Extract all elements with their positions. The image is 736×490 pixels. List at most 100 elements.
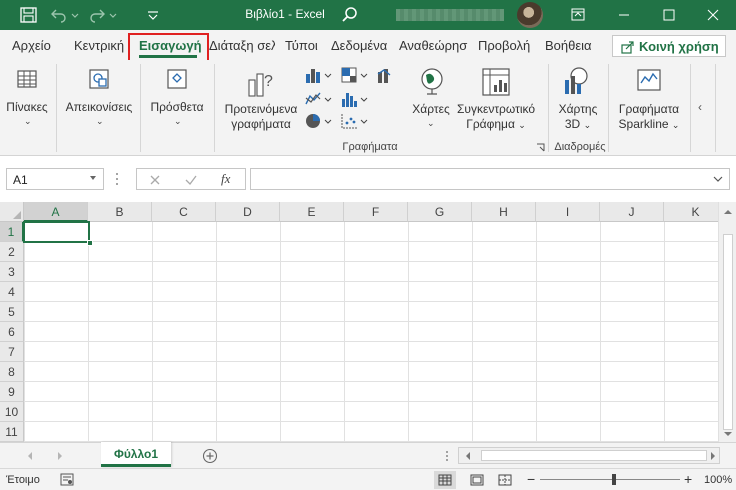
recommended-charts-label-line1: Προτεινόμενα xyxy=(224,102,298,116)
share-label: Κοινή χρήση xyxy=(639,39,719,54)
zoom-out-icon[interactable]: − xyxy=(527,471,535,487)
combo-chart-icon xyxy=(377,69,391,83)
redo-icon[interactable] xyxy=(88,7,106,23)
row-header-7[interactable]: 7 xyxy=(0,342,24,362)
add-sheet-icon[interactable] xyxy=(202,448,218,464)
active-cell[interactable] xyxy=(23,221,90,243)
zoom-slider-thumb[interactable] xyxy=(612,474,616,485)
worksheet-grid[interactable]: A B C D E F G H I J K 1 2 3 4 5 6 7 8 9 … xyxy=(0,202,718,442)
tab-splitter-icon[interactable] xyxy=(444,449,450,463)
row-header-1[interactable]: 1 xyxy=(0,222,24,242)
undo-dropdown-icon[interactable] xyxy=(70,7,80,23)
chevron-down-icon[interactable] xyxy=(89,174,97,182)
column-header-c[interactable]: C xyxy=(152,202,216,222)
ribbon-display-options-button[interactable] xyxy=(555,0,601,30)
column-header-i[interactable]: I xyxy=(536,202,600,222)
pivot-chart-label-line1: Συγκεντρωτικό xyxy=(456,102,536,116)
zoom-level[interactable]: 100% xyxy=(704,474,732,486)
fill-handle[interactable] xyxy=(87,240,93,246)
select-all-button[interactable] xyxy=(0,202,24,222)
redo-dropdown-icon[interactable] xyxy=(108,7,118,23)
vertical-scroll-thumb[interactable] xyxy=(723,234,733,430)
pivot-chart-icon xyxy=(482,68,510,96)
table-icon xyxy=(17,70,37,88)
next-sheet-icon[interactable] xyxy=(56,451,64,461)
horizontal-scrollbar[interactable] xyxy=(458,447,720,464)
insert-function-icon[interactable]: fx xyxy=(221,171,230,187)
recommended-charts-label-line2: γραφήματα xyxy=(231,117,291,131)
user-name[interactable] xyxy=(396,9,504,21)
scroll-left-icon[interactable] xyxy=(464,451,472,461)
share-button[interactable]: Κοινή χρήση xyxy=(612,35,726,57)
tab-home[interactable]: Κεντρική xyxy=(74,38,124,53)
cancel-icon[interactable] xyxy=(149,174,161,186)
column-header-d[interactable]: D xyxy=(216,202,280,222)
sheet-tab-1[interactable]: Φύλλο1 xyxy=(101,442,171,467)
minimize-button[interactable] xyxy=(601,0,647,30)
3d-map-label-line2-text: 3D xyxy=(564,117,581,131)
recommended-charts-label: Προτεινόμενα γραφήματα xyxy=(220,102,302,132)
hierarchy-chart-icon xyxy=(341,67,368,83)
row-header-5[interactable]: 5 xyxy=(0,302,24,322)
avatar[interactable] xyxy=(517,2,543,28)
tab-help[interactable]: Βοήθεια xyxy=(545,38,592,53)
cell-area[interactable] xyxy=(24,222,718,442)
tab-page-layout[interactable]: Διάταξη σελ xyxy=(209,38,275,53)
scroll-right-icon[interactable] xyxy=(709,451,717,461)
save-icon[interactable] xyxy=(20,7,38,23)
column-header-f[interactable]: F xyxy=(344,202,408,222)
chevron-down-icon: ⌄ xyxy=(174,116,182,126)
sparklines-label-line1: Γραφήματα xyxy=(618,102,680,116)
page-layout-view-icon[interactable] xyxy=(470,474,484,486)
column-header-j[interactable]: J xyxy=(600,202,664,222)
row-header-8[interactable]: 8 xyxy=(0,362,24,382)
zoom-slider[interactable] xyxy=(540,479,680,480)
tab-review[interactable]: Αναθεώρηση xyxy=(399,38,468,53)
formula-buttons: fx xyxy=(136,168,246,190)
column-header-h[interactable]: H xyxy=(472,202,536,222)
addins-label: Πρόσθετα xyxy=(150,100,204,114)
close-button[interactable] xyxy=(690,0,736,30)
column-header-g[interactable]: G xyxy=(408,202,472,222)
horizontal-scroll-thumb[interactable] xyxy=(481,450,707,461)
formula-input[interactable] xyxy=(250,168,730,190)
expand-formula-bar-icon[interactable] xyxy=(713,175,723,183)
customize-toolbar-icon[interactable] xyxy=(146,7,160,23)
maximize-button[interactable] xyxy=(646,0,692,30)
tab-data[interactable]: Δεδομένα xyxy=(331,38,387,53)
scroll-up-icon[interactable] xyxy=(723,208,733,216)
tab-view[interactable]: Προβολή xyxy=(478,38,530,53)
search-icon[interactable] xyxy=(340,5,360,25)
scroll-down-icon[interactable] xyxy=(723,430,733,438)
row-header-6[interactable]: 6 xyxy=(0,322,24,342)
macro-record-icon[interactable] xyxy=(60,473,74,486)
column-header-b[interactable]: B xyxy=(88,202,152,222)
row-header-11[interactable]: 11 xyxy=(0,422,24,442)
enter-icon[interactable] xyxy=(185,174,197,186)
undo-icon[interactable] xyxy=(50,7,68,23)
normal-view-button[interactable] xyxy=(434,471,456,489)
column-header-a[interactable]: A xyxy=(24,202,88,222)
tab-file[interactable]: Αρχείο xyxy=(12,38,51,53)
sparklines-label-line2-text: Sparkline xyxy=(618,117,669,131)
zoom-in-icon[interactable]: + xyxy=(684,471,692,487)
splitter-icon[interactable] xyxy=(114,170,120,188)
row-header-2[interactable]: 2 xyxy=(0,242,24,262)
name-box[interactable]: A1 xyxy=(6,168,104,190)
previous-sheet-icon[interactable] xyxy=(26,451,34,461)
vertical-scrollbar[interactable] xyxy=(718,202,736,442)
more-commands-icon[interactable]: ‹ xyxy=(698,100,702,114)
dialog-launcher-icon[interactable] xyxy=(536,143,545,152)
column-header-e[interactable]: E xyxy=(280,202,344,222)
tab-formulas[interactable]: Τύποι xyxy=(285,38,318,53)
page-break-view-icon[interactable] xyxy=(498,474,512,486)
chevron-down-icon: ⌄ xyxy=(96,116,104,126)
row-header-4[interactable]: 4 xyxy=(0,282,24,302)
group-label-charts: Γραφήματα xyxy=(342,141,398,153)
row-header-3[interactable]: 3 xyxy=(0,262,24,282)
row-header-9[interactable]: 9 xyxy=(0,382,24,402)
3d-map-label-line1: Χάρτης xyxy=(558,102,598,116)
row-header-10[interactable]: 10 xyxy=(0,402,24,422)
column-header-k[interactable]: K xyxy=(664,202,718,222)
pivot-chart-label: Συγκεντρωτικό Γράφημα ⌄ xyxy=(452,102,540,133)
